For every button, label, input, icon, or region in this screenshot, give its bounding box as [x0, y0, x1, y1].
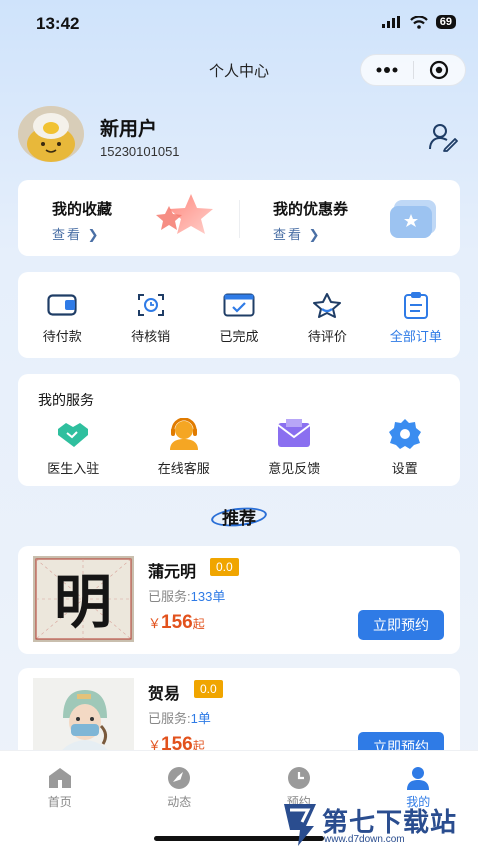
recommend-title: 推荐	[0, 504, 478, 529]
target-close-icon	[430, 60, 449, 80]
price-value: 156	[161, 612, 193, 633]
user-edit-icon	[429, 124, 458, 152]
avatar-image	[18, 106, 84, 162]
status-bar: 13:42 69	[0, 0, 478, 50]
service-label: 意见反馈	[268, 461, 321, 476]
check-window-icon	[223, 292, 255, 318]
price: ￥156起	[148, 612, 205, 634]
served-value: 133单	[190, 589, 226, 604]
served-count: 已服务:133单	[148, 586, 225, 605]
handshake-icon	[55, 418, 91, 450]
site-watermark: 第七下载站 www.d7down.com	[278, 800, 478, 850]
order-label: 待核销	[131, 329, 171, 344]
tab-label: 动态	[167, 795, 192, 809]
service-label: 设置	[391, 461, 418, 476]
my-favorites-title: 我的收藏	[52, 201, 113, 218]
my-coupons-entry[interactable]: 我的优惠券 查看 ❯	[239, 180, 460, 256]
mini-program-capsule	[360, 54, 466, 86]
my-favorites-entry[interactable]: 我的收藏 查看 ❯	[18, 180, 239, 256]
doctor-photo: 明	[33, 556, 134, 642]
status-time: 13:42	[36, 14, 80, 33]
service-online-support[interactable]: 在线客服	[129, 418, 240, 477]
doctor-name: 贺易	[148, 686, 181, 703]
my-services-card: 我的服务 医生入驻 在线客服 意见反馈 设置	[18, 374, 460, 486]
battery-indicator: 69	[435, 15, 456, 29]
doctor-name: 蒲元明	[148, 564, 197, 581]
clock-icon	[285, 765, 313, 791]
order-all[interactable]: 全部订单	[372, 272, 460, 358]
avatar[interactable]	[18, 106, 84, 162]
chevron-right-icon: ❯	[308, 227, 322, 242]
service-doctor-join[interactable]: 医生入驻	[18, 418, 129, 477]
service-label: 医生入驻	[47, 461, 100, 476]
scan-clock-icon	[135, 292, 167, 318]
star-icon	[151, 192, 219, 247]
edit-profile-button[interactable]	[426, 120, 460, 154]
recommend-title-text: 推荐	[222, 509, 256, 528]
signal-icon	[381, 16, 400, 28]
my-coupons-view-link[interactable]: 查看 ❯	[273, 224, 322, 243]
tab-home[interactable]: 首页	[0, 751, 120, 850]
order-label: 全部订单	[389, 329, 442, 344]
wifi-icon	[409, 15, 428, 29]
home-icon	[46, 765, 74, 791]
order-pending-review[interactable]: 待评价	[283, 272, 371, 358]
coupon-icon	[388, 192, 440, 247]
wallet-icon	[46, 292, 78, 318]
price-symbol: ￥	[148, 616, 162, 631]
watermark-logo-icon	[284, 804, 316, 846]
user-icon	[404, 765, 432, 791]
gear-icon	[387, 418, 423, 450]
compass-icon	[165, 765, 193, 791]
tab-label: 首页	[47, 795, 72, 809]
username: 新用户	[100, 119, 158, 140]
my-coupons-view-label: 查看	[273, 227, 304, 242]
rating-badge: 0.0	[194, 680, 223, 698]
profile-header: 新用户 15230101051	[18, 106, 460, 166]
orders-card: 待付款 待核销 已完成 待评价 全部订单	[18, 272, 460, 358]
star-outline-icon	[311, 292, 343, 318]
watermark-url: www.d7down.com	[324, 834, 405, 845]
more-button[interactable]	[361, 55, 413, 85]
headset-agent-icon	[166, 418, 202, 450]
served-value: 1单	[190, 711, 211, 726]
favorites-coupons-card: 我的收藏 查看 ❯ 我的优惠券 查看 ❯	[18, 180, 460, 256]
my-coupons-title: 我的优惠券	[273, 201, 349, 218]
served-label: 已服务:	[148, 711, 191, 726]
services-title: 我的服务	[38, 392, 94, 408]
my-favorites-view-label: 查看	[52, 227, 83, 242]
order-label: 待付款	[42, 329, 82, 344]
order-label: 已完成	[219, 329, 259, 344]
chevron-right-icon: ❯	[87, 227, 101, 242]
order-pending-verify[interactable]: 待核销	[106, 272, 194, 358]
served-count: 已服务:1单	[148, 708, 211, 727]
close-miniprogram-button[interactable]	[413, 55, 465, 85]
book-now-button[interactable]: 立即预约	[358, 610, 444, 640]
price-suffix: 起	[192, 617, 205, 631]
order-label: 待评价	[307, 329, 347, 344]
more-dots-icon	[376, 67, 398, 73]
service-feedback[interactable]: 意见反馈	[239, 418, 350, 477]
rating-badge: 0.0	[210, 558, 239, 576]
service-label: 在线客服	[157, 461, 210, 476]
mail-feedback-icon	[276, 418, 312, 450]
served-label: 已服务:	[148, 589, 191, 604]
order-completed[interactable]: 已完成	[195, 272, 283, 358]
service-settings[interactable]: 设置	[350, 418, 461, 477]
clipboard-icon	[400, 292, 432, 319]
status-icons: 69	[381, 15, 456, 29]
calligraphy-char: 明	[54, 568, 112, 636]
my-favorites-view-link[interactable]: 查看 ❯	[52, 224, 101, 243]
services-row: 医生入驻 在线客服 意见反馈 设置	[18, 418, 460, 477]
order-pending-payment[interactable]: 待付款	[18, 272, 106, 358]
doctor-card[interactable]: 明 蒲元明 0.0 已服务:133单 ￥156起 立即预约	[18, 546, 460, 654]
phone-number: 15230101051	[100, 144, 180, 159]
